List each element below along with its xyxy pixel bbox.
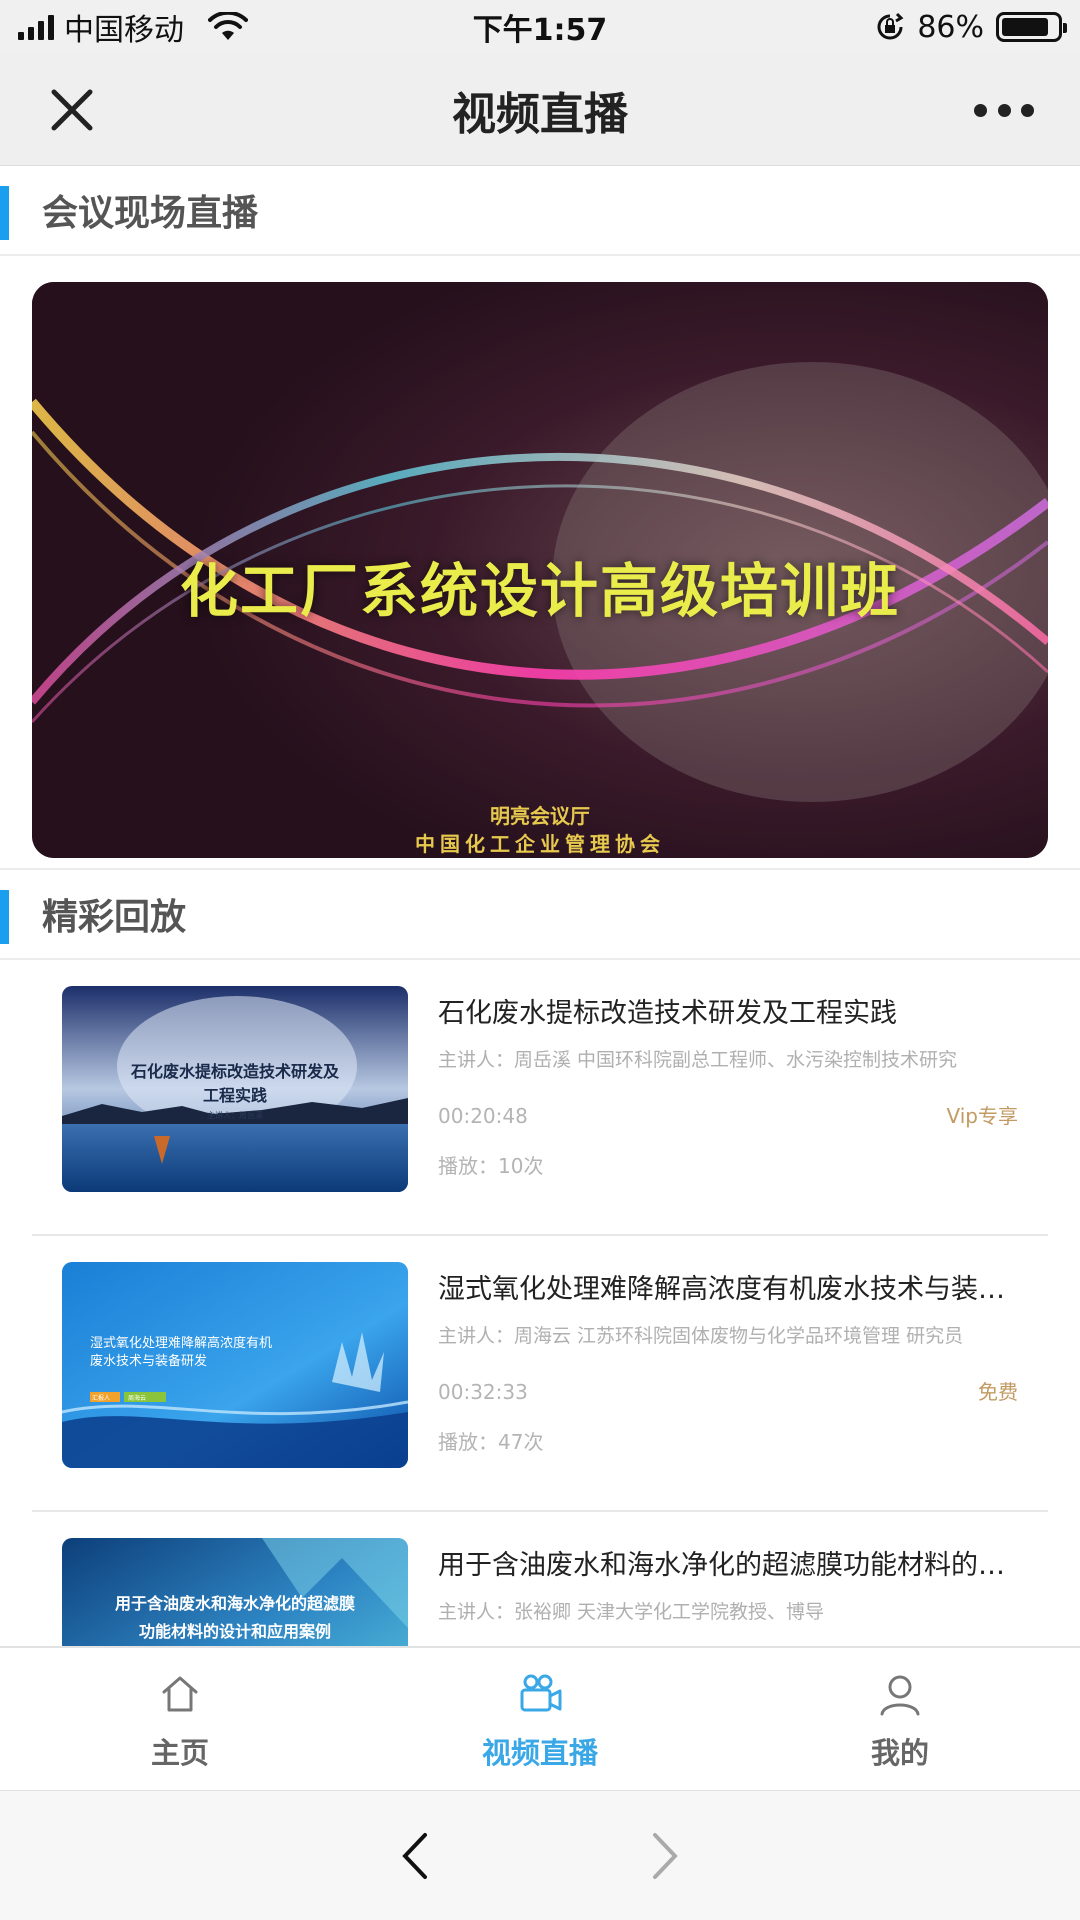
status-bar: 中国移动 下午1:57 86%: [0, 0, 1080, 54]
thumbnail-subtitle: 汇报人: [92, 1395, 111, 1402]
more-dots-icon[interactable]: [974, 96, 1034, 124]
video-info: 石化废水提标改造技术研发及工程实践 主讲人：周岳溪 中国环科院副总工程师、水污染…: [438, 986, 1048, 1234]
signal-icon: [18, 14, 54, 40]
tab-home[interactable]: 主页: [0, 1648, 360, 1790]
forward-button[interactable]: [635, 1826, 695, 1886]
section-accent-bar: [0, 186, 9, 240]
banner-venue: 明亮会议厅: [490, 804, 590, 828]
tab-profile[interactable]: 我的: [720, 1648, 1080, 1790]
tab-label: 视频直播: [481, 1736, 598, 1770]
video-info: 湿式氧化处理难降解高浓度有机废水技术与装备研发 主讲人：周海云 江苏环科院固体废…: [438, 1262, 1048, 1510]
video-duration: 00:32:33: [438, 1380, 528, 1404]
replay-section-title: 精彩回放: [42, 897, 187, 938]
carrier-name: 中国移动: [64, 13, 184, 48]
section-accent-bar: [0, 890, 9, 944]
video-access-tag: 免费: [978, 1380, 1018, 1404]
video-title: 用于含油废水和海水净化的超滤膜功能材料的设计和应用案例: [438, 1550, 1018, 1581]
live-section-title: 会议现场直播: [42, 193, 259, 234]
thumbnail-subtitle-name: 周海云: [128, 1395, 147, 1402]
battery-fill: [1002, 18, 1049, 36]
live-section-header: 会议现场直播: [0, 166, 1080, 256]
video-duration: 00:20:48: [438, 1104, 528, 1128]
video-list: 石化废水提标改造技术研发及 工程实践 主讲人：周岳溪 石化废水提标改造技术研发及…: [0, 960, 1080, 1646]
wifi-icon: [208, 12, 248, 40]
section-divider: [0, 858, 1080, 870]
thumbnail-title-line2: 功能材料的设计和应用案例: [138, 1622, 331, 1641]
nav-bar: 视频直播: [0, 54, 1080, 166]
thumbnail-title-line1: 用于含油废水和海水净化的超滤膜: [114, 1594, 355, 1613]
video-play-count: 播放：10次: [438, 1154, 544, 1178]
video-list-item[interactable]: 石化废水提标改造技术研发及 工程实践 主讲人：周岳溪 石化废水提标改造技术研发及…: [32, 960, 1048, 1236]
thumbnail-title-line1: 湿式氧化处理难降解高浓度有机: [90, 1336, 273, 1351]
battery-percent: 86%: [917, 9, 984, 45]
tab-bar: 主页 视频直播 我的: [0, 1646, 1080, 1790]
browser-toolbar: [0, 1790, 1080, 1920]
back-button[interactable]: [385, 1826, 445, 1886]
tab-label: 我的: [870, 1736, 929, 1770]
home-icon: [162, 1676, 198, 1712]
video-meta: 00:20:48 Vip专享: [438, 1102, 1018, 1130]
live-banner[interactable]: 化工厂系统设计高级培训班 明亮会议厅 中国化工企业管理协会: [32, 282, 1048, 858]
close-icon[interactable]: [46, 84, 98, 136]
status-right: 86%: [875, 9, 1067, 45]
video-speaker: 主讲人：周岳溪 中国环科院副总工程师、水污染控制技术研究: [438, 1049, 958, 1071]
page-title: 视频直播: [452, 88, 628, 140]
tab-label: 主页: [150, 1736, 209, 1770]
banner-organizer: 中国化工企业管理协会: [415, 832, 665, 856]
video-speaker: 主讲人：张裕卿 天津大学化工学院教授、博导: [438, 1601, 825, 1623]
video-thumbnail: 湿式氧化处理难降解高浓度有机 废水技术与装备研发 汇报人 周海云: [62, 1262, 408, 1468]
video-title: 石化废水提标改造技术研发及工程实践: [438, 998, 897, 1029]
video-list-item[interactable]: 湿式氧化处理难降解高浓度有机 废水技术与装备研发 汇报人 周海云 湿式氧化处理难…: [32, 1236, 1048, 1512]
thumbnail-title-line2: 废水技术与装备研发: [90, 1354, 208, 1369]
video-access-tag: Vip专享: [946, 1104, 1019, 1128]
video-play-count: 播放：47次: [438, 1430, 544, 1454]
thumbnail-subtitle: 主讲人：周岳溪: [207, 1111, 263, 1120]
thumbnail-title-line1: 石化废水提标改造技术研发及: [130, 1062, 339, 1081]
battery-icon: [996, 12, 1067, 42]
video-camera-icon: [520, 1674, 562, 1712]
video-thumbnail: 石化废水提标改造技术研发及 工程实践 主讲人：周岳溪: [62, 986, 408, 1192]
user-icon: [880, 1675, 920, 1716]
banner-title: 化工厂系统设计高级培训班: [179, 557, 900, 625]
video-speaker: 主讲人：周海云 江苏环科院固体废物与化学品环境管理 研究员: [438, 1325, 964, 1347]
chevron-left-icon: [402, 1832, 427, 1879]
tab-live-video[interactable]: 视频直播: [360, 1648, 720, 1790]
replay-section-header: 精彩回放: [0, 870, 1080, 960]
video-info: 用于含油废水和海水净化的超滤膜功能材料的设计和应用案例 主讲人：张裕卿 天津大学…: [438, 1538, 1048, 1646]
video-thumbnail: 用于含油废水和海水净化的超滤膜 功能材料的设计和应用案例: [62, 1538, 408, 1646]
chevron-right-icon: [653, 1832, 678, 1879]
main-content[interactable]: 会议现场直播 化工厂系统设计高级培训班 明亮会议厅 中国化工企业管理协会 精彩回…: [0, 166, 1080, 1646]
thumbnail-title-line2: 工程实践: [202, 1086, 267, 1105]
video-list-item[interactable]: 用于含油废水和海水净化的超滤膜 功能材料的设计和应用案例 用于含油废水和海水净化…: [32, 1512, 1048, 1646]
status-left: 中国移动: [18, 5, 248, 49]
video-meta: 00:32:33 免费: [438, 1378, 1018, 1406]
rotation-lock-icon: [877, 12, 904, 40]
video-title: 湿式氧化处理难降解高浓度有机废水技术与装备研发: [438, 1274, 1018, 1305]
